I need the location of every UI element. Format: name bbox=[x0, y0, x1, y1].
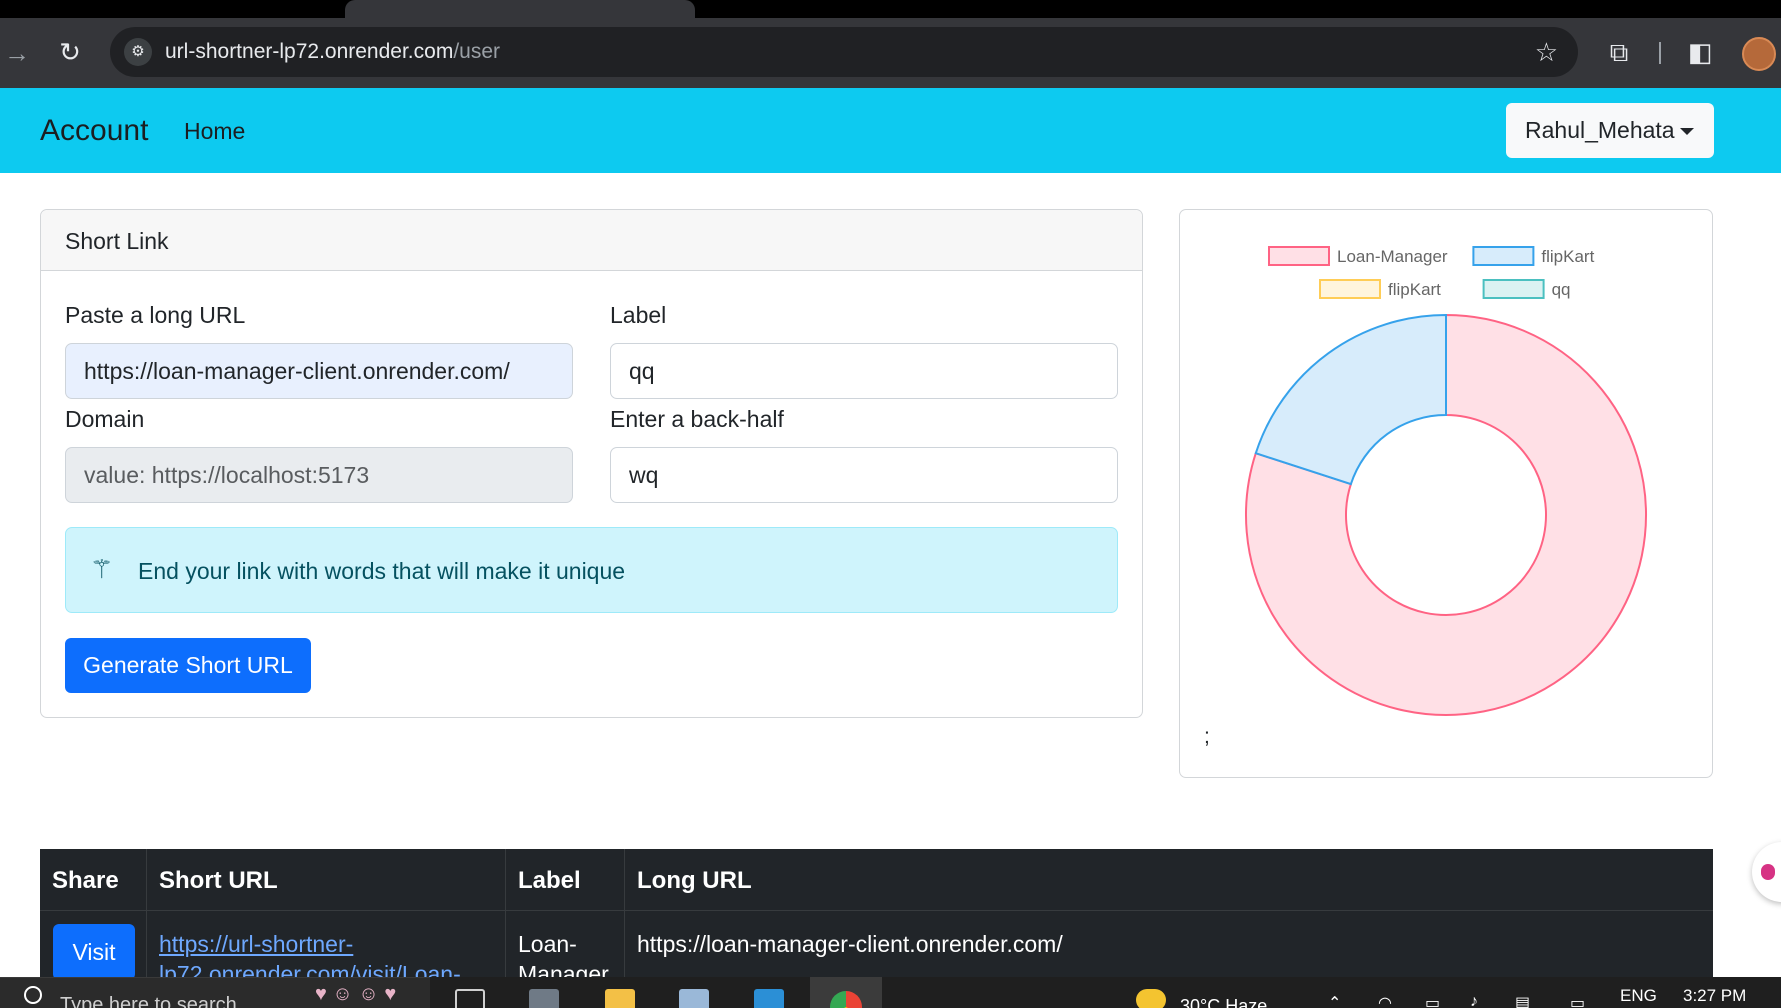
assistant-icon bbox=[1761, 864, 1775, 880]
header-long-url: Long URL bbox=[637, 867, 752, 894]
search-icon bbox=[24, 986, 42, 1004]
tray-network-icon[interactable]: ◠ bbox=[1378, 993, 1392, 1008]
browser-toolbar: → ↻ ⚙ url-shortner-lp72.onrender.com/use… bbox=[0, 18, 1781, 88]
header-share: Share bbox=[40, 849, 147, 911]
chart-slice[interactable] bbox=[1254, 313, 1447, 486]
taskbar-search-placeholder: Type here to search bbox=[60, 994, 237, 1008]
visit-button[interactable]: Visit bbox=[53, 924, 135, 980]
domain-label: Domain bbox=[65, 406, 145, 432]
address-bar[interactable]: ⚙ url-shortner-lp72.onrender.com/user ☆ bbox=[110, 27, 1578, 77]
weather-icon bbox=[1136, 989, 1166, 1008]
navbar-brand[interactable]: Account bbox=[40, 114, 148, 148]
nav-home-link[interactable]: Home bbox=[184, 118, 245, 145]
forward-arrow-icon[interactable]: → bbox=[2, 38, 32, 68]
long-url-input[interactable]: https://loan-manager-client.onrender.com… bbox=[65, 343, 573, 399]
reload-icon[interactable]: ↻ bbox=[55, 37, 85, 67]
camera-app-icon[interactable] bbox=[529, 989, 559, 1008]
legend-label[interactable]: flipKart bbox=[1541, 247, 1594, 266]
tray-wifi-icon[interactable]: ▤ bbox=[1515, 993, 1530, 1008]
clock[interactable]: 3:27 PM bbox=[1683, 986, 1746, 1006]
legend-swatch[interactable] bbox=[1482, 279, 1545, 299]
task-view-icon[interactable] bbox=[455, 989, 485, 1008]
legend-swatch[interactable] bbox=[1319, 279, 1381, 299]
bookmark-star-icon[interactable]: ☆ bbox=[1535, 37, 1558, 68]
back-half-input[interactable]: wq bbox=[610, 447, 1118, 503]
long-url-label: Paste a long URL bbox=[65, 302, 246, 328]
site-info-icon[interactable]: ⚙ bbox=[124, 38, 152, 66]
weather-text[interactable]: 30°C Haze bbox=[1180, 996, 1267, 1008]
user-dropdown-button[interactable]: Rahul_Mehata bbox=[1506, 103, 1714, 158]
vscode-icon[interactable] bbox=[754, 989, 784, 1008]
app-navbar: Account Home Rahul_Mehata bbox=[0, 88, 1781, 173]
hint-text: End your link with words that will make … bbox=[138, 558, 626, 584]
legend-swatch[interactable] bbox=[1472, 246, 1535, 266]
row-long-url: https://loan-manager-client.onrender.com… bbox=[637, 931, 1063, 957]
legend-label[interactable]: Loan-Manager bbox=[1337, 247, 1448, 266]
legend-label[interactable]: flipKart bbox=[1388, 280, 1441, 299]
magic-wand-icon: ⚚ bbox=[90, 554, 114, 584]
legend-swatch[interactable] bbox=[1268, 246, 1330, 266]
search-highlight-icon: ♥ ☺ ☺ ♥ bbox=[315, 983, 397, 1005]
header-label: Label bbox=[506, 849, 625, 911]
user-name: Rahul_Mehata bbox=[1525, 117, 1675, 143]
generate-short-url-button[interactable]: Generate Short URL bbox=[65, 638, 311, 693]
tray-battery-icon[interactable]: ▭ bbox=[1425, 993, 1440, 1008]
label-input[interactable]: qq bbox=[610, 343, 1118, 399]
side-panel-icon[interactable]: ◧ bbox=[1685, 37, 1715, 67]
hint-alert: ⚚ End your link with words that will mak… bbox=[65, 527, 1118, 613]
floating-assistant-button[interactable] bbox=[1752, 842, 1781, 902]
file-explorer-icon[interactable] bbox=[605, 989, 635, 1008]
address-url[interactable]: url-shortner-lp72.onrender.com/user bbox=[165, 40, 500, 64]
tray-keyboard-icon[interactable]: ▭ bbox=[1570, 993, 1585, 1008]
legend-label[interactable]: qq bbox=[1552, 280, 1571, 299]
domain-input: value: https://localhost:5173 bbox=[65, 447, 573, 503]
active-tab[interactable] bbox=[345, 0, 695, 18]
back-half-label: Enter a back-half bbox=[610, 406, 784, 432]
chart-card: Loan-Manager flipKart flipKart qq ; bbox=[1179, 209, 1713, 778]
browser-tab-strip bbox=[0, 0, 1781, 18]
os-taskbar: Type here to search ♥ ☺ ☺ ♥ 30°C Haze ⌃ … bbox=[0, 977, 1781, 1008]
language-indicator[interactable]: ENG bbox=[1620, 986, 1657, 1006]
profile-avatar[interactable] bbox=[1742, 37, 1776, 71]
extensions-puzzle-icon[interactable]: ⧉ bbox=[1604, 37, 1634, 67]
caret-down-icon bbox=[1680, 128, 1694, 135]
label-field-label: Label bbox=[610, 302, 667, 328]
toolbar-divider bbox=[1659, 42, 1661, 64]
tray-volume-icon[interactable]: ♪ bbox=[1470, 993, 1478, 1008]
header-short-url: Short URL bbox=[147, 849, 506, 911]
short-link-card: Short Link Paste a long URL https://loan… bbox=[40, 209, 1143, 718]
chart-trailing-text: ; bbox=[1204, 725, 1210, 748]
taskbar-search[interactable]: Type here to search ♥ ☺ ☺ ♥ bbox=[0, 977, 430, 1008]
doughnut-chart: Loan-Manager flipKart flipKart qq bbox=[1245, 246, 1647, 716]
tray-chevron-icon[interactable]: ⌃ bbox=[1328, 993, 1341, 1008]
notepad-app-icon[interactable] bbox=[679, 989, 709, 1008]
card-title: Short Link bbox=[41, 210, 1142, 271]
